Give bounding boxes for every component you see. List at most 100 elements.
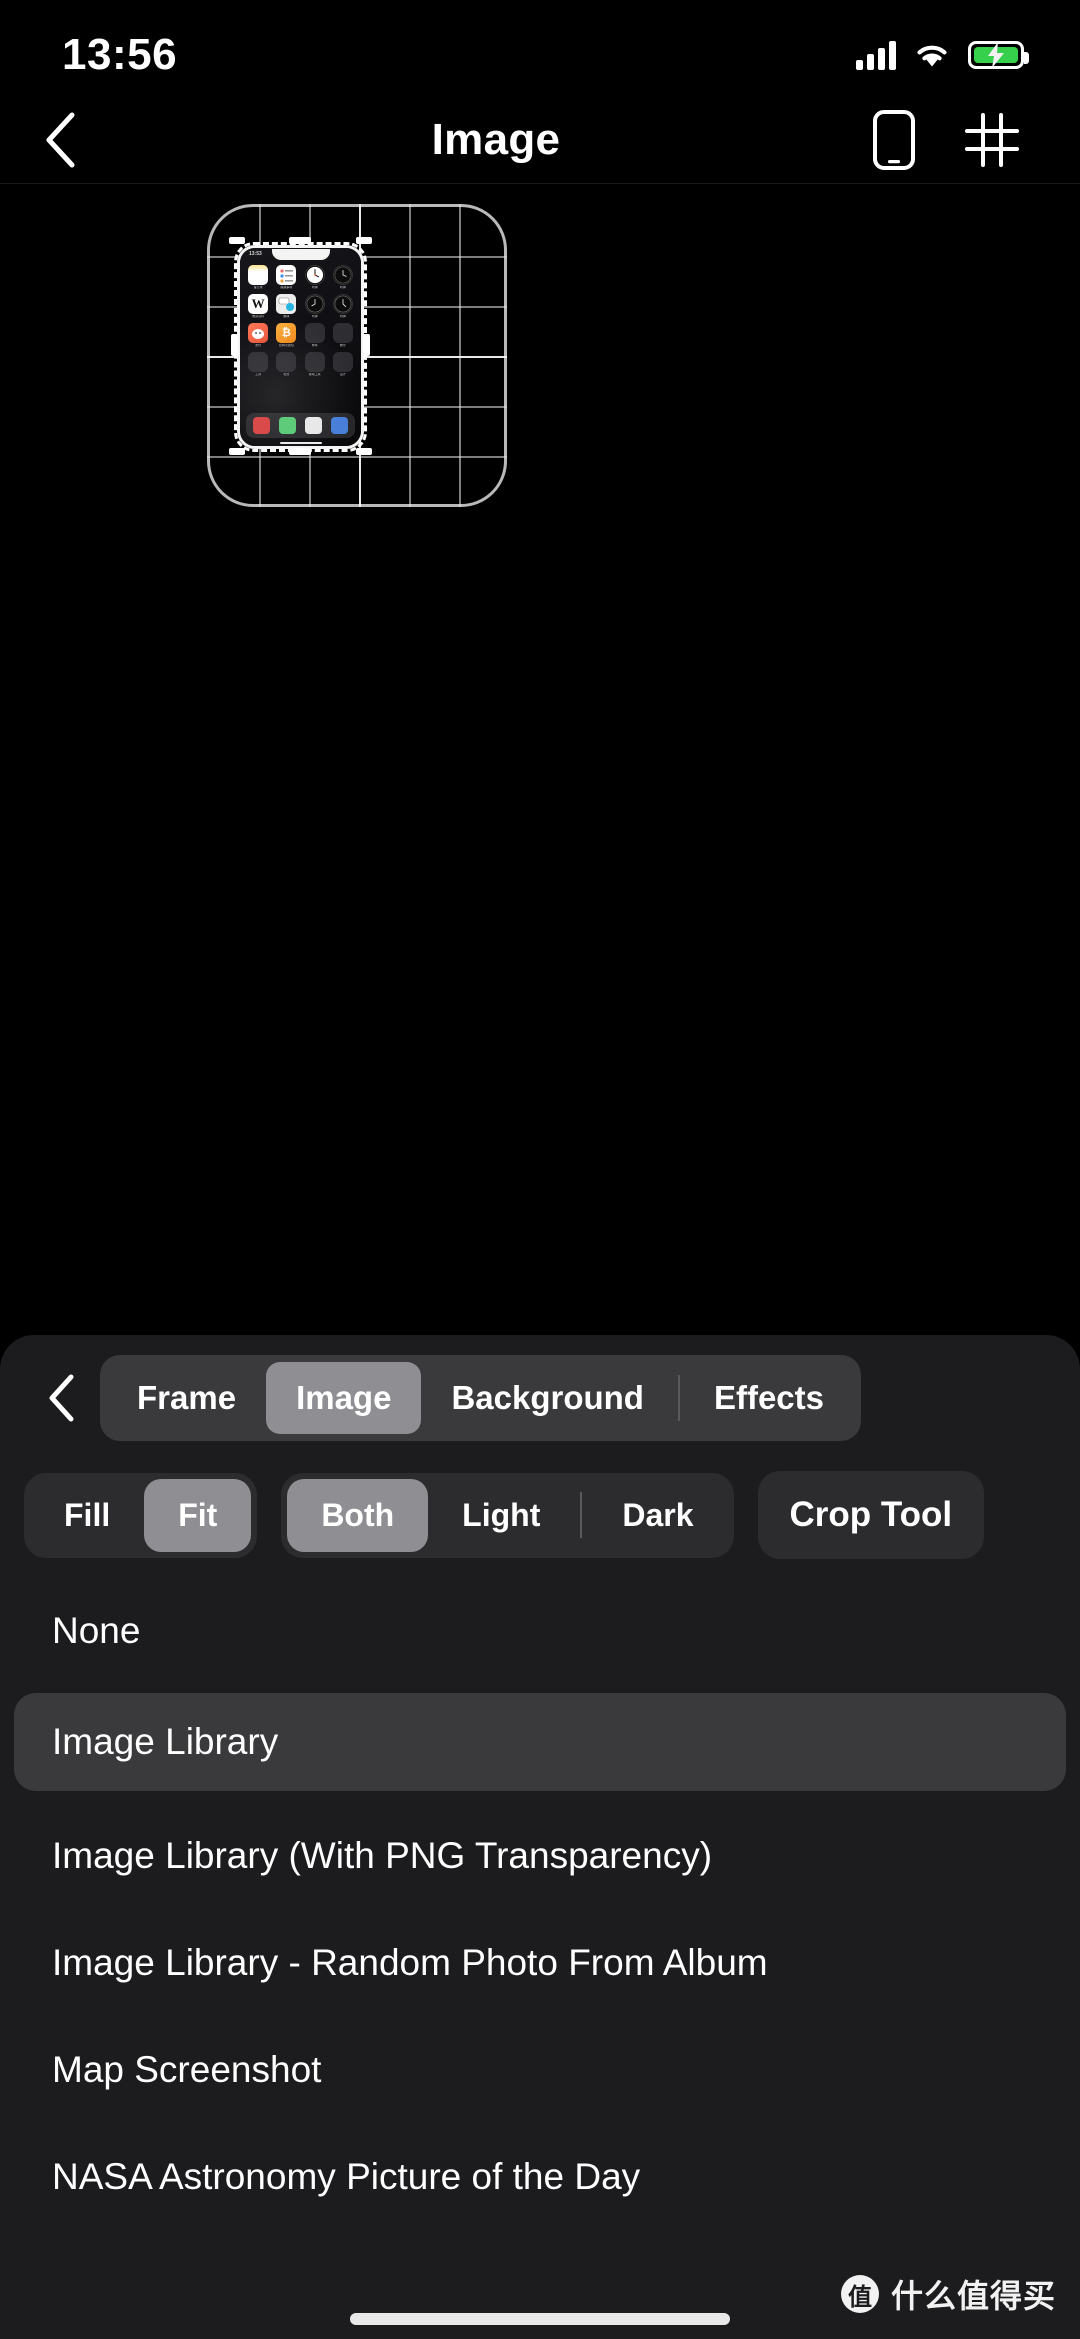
app-icon-item: 时钟 xyxy=(303,294,327,318)
app-icon-item: 游戏工具 xyxy=(303,352,327,376)
crop-handle-right-center[interactable] xyxy=(363,334,370,356)
app-label: 提醒事项 xyxy=(280,286,293,289)
app-label: 时钟 xyxy=(339,315,346,318)
option-image-library[interactable]: Image Library xyxy=(14,1693,1066,1791)
crop-handle-top-left[interactable] xyxy=(229,237,245,244)
phone-device-icon[interactable] xyxy=(872,109,916,171)
fit-option[interactable]: Fit xyxy=(144,1478,252,1552)
clock-widget-icon xyxy=(304,294,325,314)
watermark: 值 什么值得买 xyxy=(840,2271,1056,2317)
tab-effects[interactable]: Effects xyxy=(684,1362,854,1434)
option-image-library-random[interactable]: Image Library - Random Photo From Album xyxy=(14,1920,1066,2005)
app-icon-item: 效率 xyxy=(303,323,327,347)
clock-widget-icon xyxy=(332,294,353,314)
both-option[interactable]: Both xyxy=(287,1478,429,1552)
option-none[interactable]: None xyxy=(14,1588,1066,1673)
inner-home-indicator xyxy=(279,442,322,444)
app-label: 备忘录 xyxy=(253,286,263,289)
app-icon-item: 翻译 xyxy=(274,294,298,318)
bitcoin-icon: ₿ xyxy=(276,323,297,343)
app-screen: 13:56 Image 13:53 备忘录 提醒事项 时钟 时钟 W 维基百科 … xyxy=(0,0,1080,2339)
tab-frame[interactable]: Frame xyxy=(107,1362,266,1434)
app-icon-item: 娱乐 xyxy=(331,323,355,347)
dock-icon xyxy=(279,417,297,434)
crop-handle-bottom-center[interactable] xyxy=(289,448,311,455)
segment-divider xyxy=(677,1374,680,1421)
segment-divider xyxy=(580,1492,583,1538)
folder-icon xyxy=(248,352,269,372)
tab-image[interactable]: Image xyxy=(266,1361,422,1434)
status-bar: 13:56 xyxy=(0,0,1080,96)
clock-widget-icon xyxy=(332,265,353,285)
reminders-icon xyxy=(276,265,297,285)
option-nasa-apod[interactable]: NASA Astronomy Picture of the Day xyxy=(14,2134,1066,2219)
folder-icon xyxy=(304,323,325,343)
status-bar-indicators xyxy=(856,40,1029,70)
wikipedia-icon: W xyxy=(248,294,269,314)
image-source-list: None Image Library Image Library (With P… xyxy=(0,1588,1080,2219)
battery-charging-icon xyxy=(968,41,1029,69)
home-indicator xyxy=(350,2313,730,2325)
app-icon-item: 工具 xyxy=(246,352,270,376)
app-label: 翻译 xyxy=(283,315,290,318)
app-label: 时钟 xyxy=(339,286,346,289)
crop-tool-button[interactable]: Crop Tool xyxy=(757,1471,985,1559)
bottom-sheet: Frame Image Background Effects Fill Fit … xyxy=(0,1335,1080,2339)
crop-handle-top-right[interactable] xyxy=(356,237,372,244)
watermark-badge-icon: 值 xyxy=(840,2275,879,2313)
folder-icon xyxy=(332,323,353,343)
app-icon-item: 社交 xyxy=(274,352,298,376)
app-label: 设计 xyxy=(339,373,346,376)
app-icon-item: 备忘录 xyxy=(246,265,270,289)
app-icon-item: 设计 xyxy=(331,352,355,376)
tab-background[interactable]: Background xyxy=(421,1362,674,1434)
page-title: Image xyxy=(431,114,561,164)
image-controls-row: Fill Fit Both Light Dark Crop Tool xyxy=(0,1460,1080,1570)
charging-bolt-icon xyxy=(988,42,1004,68)
notch xyxy=(271,249,330,260)
grid-hash-icon[interactable] xyxy=(964,112,1020,168)
cellular-signal-icon xyxy=(856,40,896,70)
fill-option[interactable]: Fill xyxy=(30,1479,144,1552)
dark-option[interactable]: Dark xyxy=(588,1479,727,1552)
folder-icon xyxy=(304,352,325,372)
navigation-bar: Image xyxy=(0,96,1080,184)
inner-screenshot: 13:53 备忘录 提醒事项 时钟 时钟 W 维基百科 翻译 时钟 时钟 支付 … xyxy=(237,245,364,449)
crop-handle-left-center[interactable] xyxy=(231,334,238,356)
crop-handle-top-center[interactable] xyxy=(289,237,311,244)
app-label: 娱乐 xyxy=(339,344,346,347)
crop-handle-bottom-left[interactable] xyxy=(229,448,245,455)
alipay-icon xyxy=(248,323,269,343)
inner-status-time: 13:53 xyxy=(249,251,262,257)
option-map-screenshot[interactable]: Map Screenshot xyxy=(14,2027,1066,2112)
status-bar-time: 13:56 xyxy=(62,30,178,79)
nav-actions xyxy=(872,109,1080,171)
option-image-library-png[interactable]: Image Library (With PNG Transparency) xyxy=(14,1813,1066,1898)
chevron-left-icon xyxy=(46,112,75,167)
app-icon-item: ₿ 比特币钱包 xyxy=(274,323,298,347)
watermark-text: 什么值得买 xyxy=(890,2277,1056,2315)
app-label: 维基百科 xyxy=(252,315,265,318)
app-grid: 备忘录 提醒事项 时钟 时钟 W 维基百科 翻译 时钟 时钟 支付 ₿ 比特币钱… xyxy=(246,265,355,376)
light-option[interactable]: Light xyxy=(428,1479,574,1552)
dock-icon xyxy=(330,417,348,434)
fit-mode-segment: Fill Fit xyxy=(24,1472,258,1558)
app-label: 支付 xyxy=(255,344,262,347)
sheet-toolbar: Frame Image Background Effects xyxy=(0,1335,1080,1460)
folder-icon xyxy=(276,352,297,372)
app-icon-item: 时钟 xyxy=(303,265,327,289)
crop-handle-bottom-right[interactable] xyxy=(356,448,372,455)
appearance-segment: Both Light Dark xyxy=(281,1472,734,1558)
sheet-back-button[interactable] xyxy=(22,1374,100,1422)
chevron-left-icon xyxy=(49,1374,74,1421)
messages-icon xyxy=(276,294,297,314)
app-icon-item: 支付 xyxy=(246,323,270,347)
app-label: 时钟 xyxy=(311,315,318,318)
preview-canvas[interactable]: 13:53 备忘录 提醒事项 时钟 时钟 W 维基百科 翻译 时钟 时钟 支付 … xyxy=(0,184,1080,1334)
nav-back-button[interactable] xyxy=(0,112,120,168)
dock xyxy=(246,413,355,438)
app-icon-item: 时钟 xyxy=(331,294,355,318)
device-frame-preview[interactable]: 13:53 备忘录 提醒事项 时钟 时钟 W 维基百科 翻译 时钟 时钟 支付 … xyxy=(207,204,507,507)
section-tab-bar: Frame Image Background Effects xyxy=(100,1354,862,1441)
app-label: 比特币钱包 xyxy=(278,344,294,347)
